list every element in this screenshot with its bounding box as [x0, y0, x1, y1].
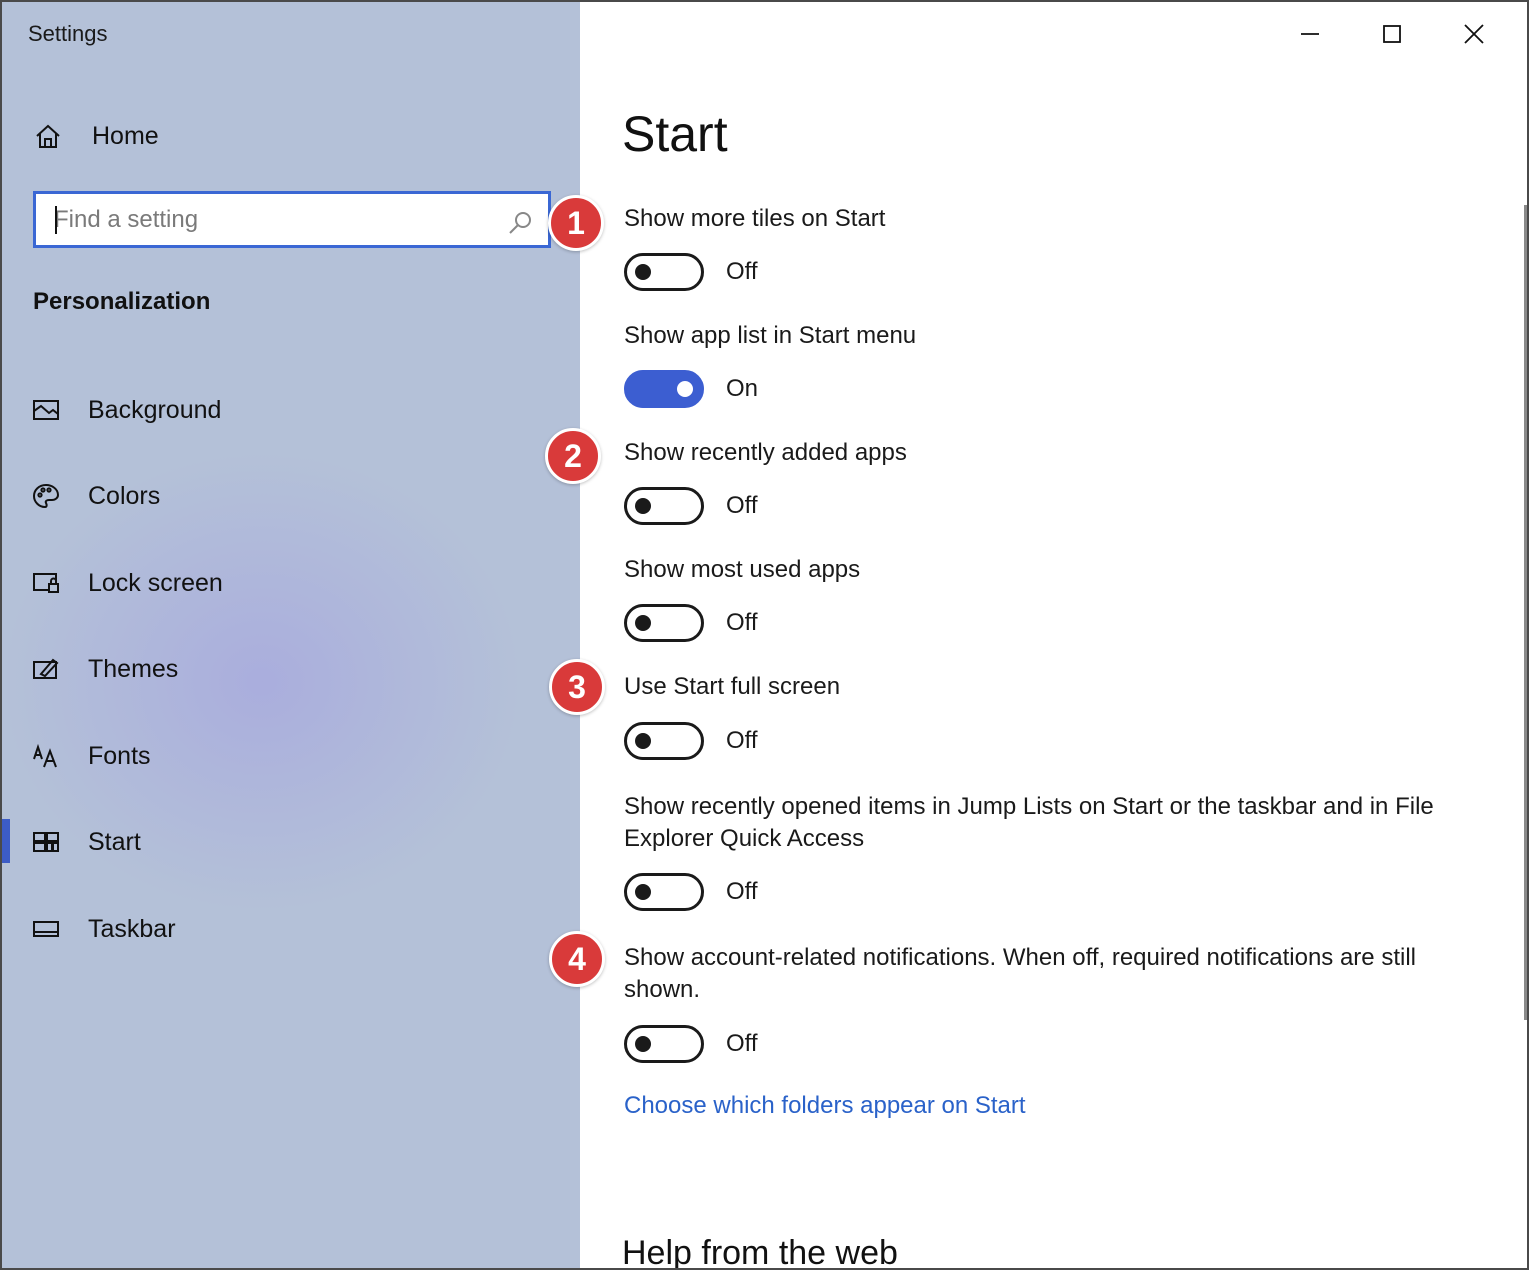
- toggle-knob: [635, 733, 651, 749]
- minimize-button[interactable]: [1269, 14, 1351, 54]
- maximize-icon: [1376, 18, 1408, 50]
- taskbar-icon: [30, 913, 62, 945]
- toggle-switch[interactable]: [624, 1025, 704, 1063]
- toggle-switch[interactable]: [624, 487, 704, 525]
- choose-folders-link[interactable]: Choose which folders appear on Start: [624, 1092, 1026, 1120]
- start-icon: [30, 826, 62, 858]
- setting-label-full-screen: Use Start full screen: [624, 673, 841, 700]
- sidebar-item-label: Lock screen: [88, 568, 223, 597]
- setting-more-tiles: Off: [624, 252, 758, 292]
- annotation-badge-3: 3: [549, 659, 605, 715]
- setting-app-list: On: [624, 369, 758, 409]
- sidebar-item-fonts[interactable]: Fonts: [30, 731, 570, 781]
- maximize-button[interactable]: [1351, 14, 1433, 54]
- sidebar-item-themes[interactable]: Themes: [30, 644, 570, 694]
- picture-icon: [30, 394, 62, 426]
- sidebar-item-label: Themes: [88, 654, 179, 683]
- sidebar: Settings Home Personalization: [2, 2, 580, 1268]
- sidebar-item-label: Fonts: [88, 741, 151, 770]
- palette-icon: [30, 480, 62, 512]
- setting-full-screen: Off: [624, 721, 758, 761]
- toggle-knob: [635, 884, 651, 900]
- setting-recently-added: Off: [624, 486, 758, 526]
- main-content: Start Show more tiles on Start Off Show …: [580, 2, 1527, 1270]
- sidebar-item-label: Taskbar: [88, 914, 176, 943]
- toggle-switch[interactable]: [624, 604, 704, 642]
- annotation-badge-2: 2: [545, 428, 601, 484]
- help-section-title: Help from the web: [622, 1234, 898, 1270]
- fonts-icon: [30, 740, 62, 772]
- themes-icon: [30, 653, 62, 685]
- close-icon: [1458, 18, 1490, 50]
- sidebar-item-start[interactable]: Start: [2, 817, 570, 867]
- toggle-state: Off: [726, 1030, 758, 1057]
- toggle-knob: [635, 615, 651, 631]
- sidebar-item-taskbar[interactable]: Taskbar: [30, 904, 570, 954]
- settings-window: Settings Home Personalization: [0, 0, 1529, 1270]
- window-controls: [1269, 14, 1515, 54]
- setting-label-account-notifications: Show account-related notifications. When…: [624, 944, 1416, 1003]
- app-title: Settings: [28, 21, 108, 46]
- sidebar-item-label: Start: [88, 827, 141, 856]
- setting-label-more-tiles: Show more tiles on Start: [624, 205, 886, 232]
- toggle-knob: [677, 381, 693, 397]
- lock-screen-icon: [30, 567, 62, 599]
- search-box[interactable]: [33, 191, 551, 248]
- sidebar-item-colors[interactable]: Colors: [30, 471, 570, 521]
- scrollbar[interactable]: [1524, 205, 1527, 1020]
- setting-jump-lists: Off: [624, 872, 758, 912]
- toggle-switch[interactable]: [624, 370, 704, 408]
- sidebar-item-background[interactable]: Background: [30, 385, 570, 435]
- page-title: Start: [622, 106, 728, 162]
- setting-label-most-used: Show most used apps: [624, 556, 861, 583]
- annotation-badge-4: 4: [549, 931, 605, 987]
- toggle-knob: [635, 1036, 651, 1052]
- sidebar-item-lock-screen[interactable]: Lock screen: [30, 558, 570, 608]
- toggle-knob: [635, 264, 651, 280]
- toggle-switch[interactable]: [624, 873, 704, 911]
- toggle-state: Off: [726, 878, 758, 905]
- setting-label-app-list: Show app list in Start menu: [624, 322, 917, 349]
- toggle-switch[interactable]: [624, 722, 704, 760]
- sidebar-item-label: Background: [88, 395, 222, 424]
- sidebar-item-label: Colors: [88, 481, 161, 510]
- nav-home[interactable]: Home: [32, 115, 552, 157]
- toggle-switch[interactable]: [624, 253, 704, 291]
- section-title: Personalization: [33, 288, 211, 315]
- home-icon: [32, 120, 64, 152]
- home-label: Home: [92, 121, 159, 150]
- search-icon[interactable]: [504, 207, 536, 239]
- setting-label-jump-lists: Show recently opened items in Jump Lists…: [624, 793, 1434, 852]
- toggle-state: Off: [726, 727, 758, 754]
- minimize-icon: [1294, 18, 1326, 50]
- setting-label-recently-added: Show recently added apps: [624, 439, 907, 466]
- setting-most-used: Off: [624, 603, 758, 643]
- toggle-state: Off: [726, 492, 758, 519]
- search-input[interactable]: [54, 205, 494, 234]
- toggle-state: Off: [726, 258, 758, 285]
- toggle-state: Off: [726, 609, 758, 636]
- annotation-badge-1: 1: [548, 195, 604, 251]
- text-caret: [55, 206, 57, 234]
- toggle-state: On: [726, 375, 759, 402]
- toggle-knob: [635, 498, 651, 514]
- setting-account-notifications: Off: [624, 1024, 758, 1064]
- close-button[interactable]: [1433, 14, 1515, 54]
